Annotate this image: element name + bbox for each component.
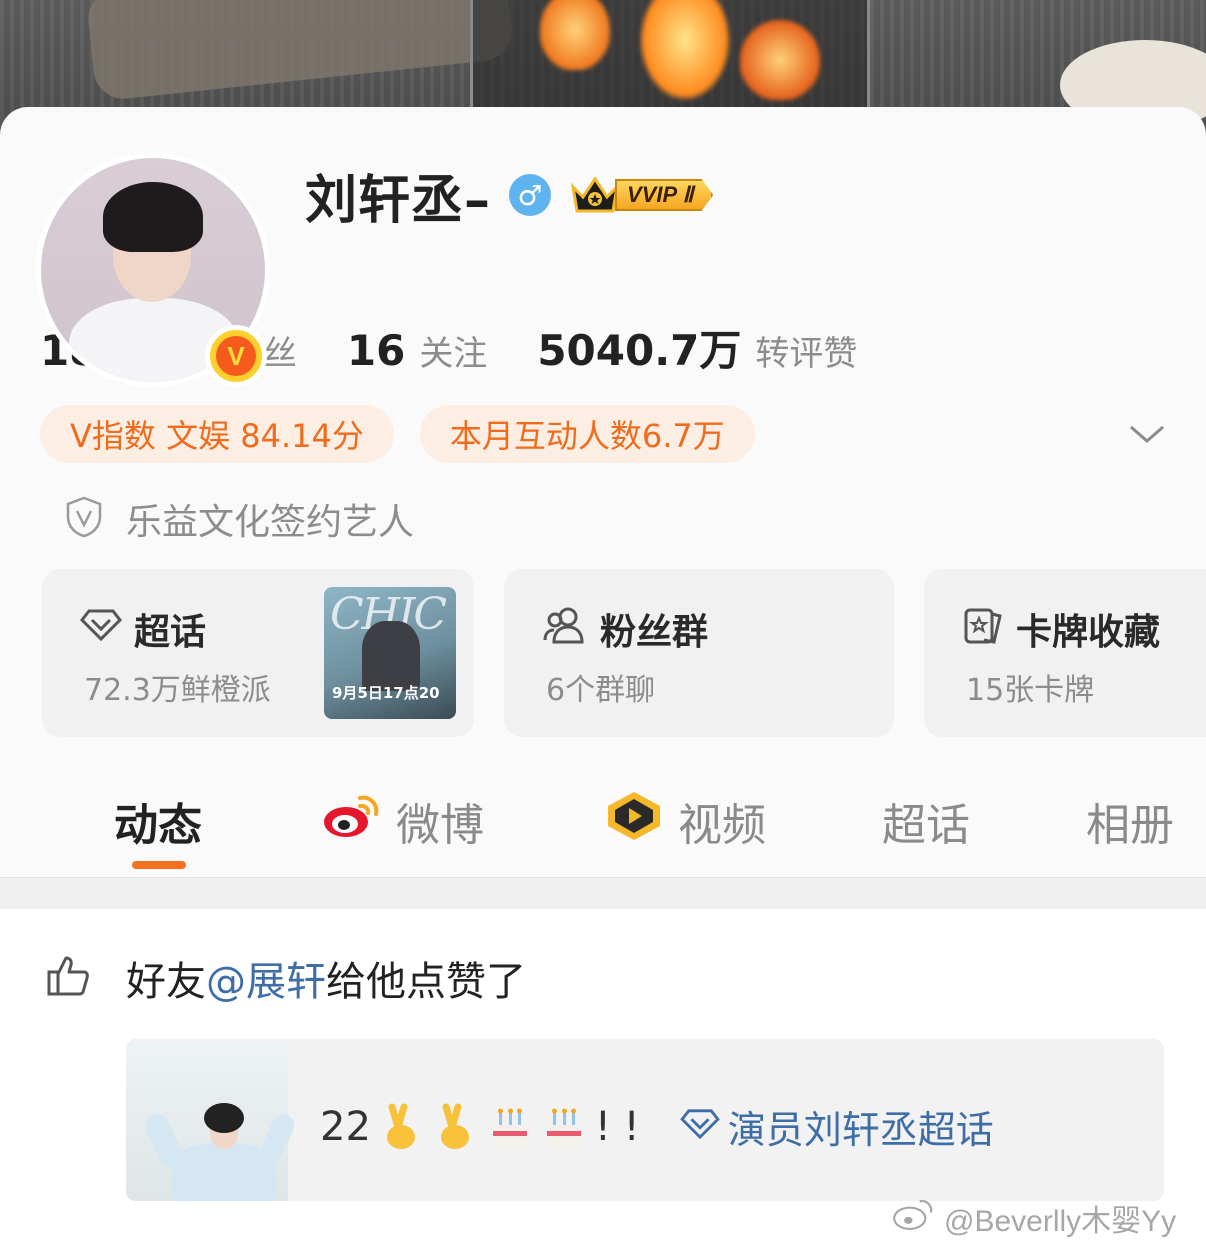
post-text: 22 xyxy=(320,1103,371,1150)
tab-label: 视频 xyxy=(678,800,766,851)
tile-subtitle: 6个群聊 xyxy=(546,673,656,708)
like-prefix: 好友 xyxy=(126,959,206,1005)
watermark: @Beverlly木婴Yy xyxy=(892,1196,1176,1240)
video-play-icon xyxy=(604,790,664,853)
section-divider xyxy=(0,877,1206,909)
fangroup-tile[interactable]: 粉丝群 6个群聊 xyxy=(504,569,894,737)
friend-like-notice: 好友@展轩给他点赞了 xyxy=(46,949,526,1007)
profile-name: 刘轩丞– xyxy=(305,170,492,231)
monthly-interaction-pill[interactable]: 本月互动人数6.7万 xyxy=(419,405,755,463)
birthday-cake-icon xyxy=(487,1103,533,1151)
tile-subtitle: 15张卡牌 xyxy=(966,673,1095,708)
tab-supertopic[interactable]: 超话 xyxy=(882,789,970,853)
info-pills: V指数 文娱 84.14分 本月互动人数6.7万 xyxy=(40,405,755,463)
victory-hand-icon xyxy=(433,1103,479,1151)
verified-badge-label: V xyxy=(216,336,256,376)
chevron-down-icon[interactable] xyxy=(1128,419,1166,449)
male-gender-icon: ♂ xyxy=(509,174,552,216)
stat-value: 16 xyxy=(346,326,406,375)
post-image[interactable] xyxy=(126,1039,298,1201)
vvip-label: VVIP Ⅱ xyxy=(615,179,714,211)
victory-hand-icon xyxy=(379,1103,425,1151)
tab-label: 相册 xyxy=(1086,800,1174,851)
active-tab-indicator xyxy=(132,861,186,869)
supertopic-name: 演员刘轩丞超话 xyxy=(727,1108,994,1152)
thumbs-up-icon xyxy=(46,954,90,1002)
supertopic-tile[interactable]: 超话 72.3万鲜橙派 CHIC 9月5日17点20 xyxy=(42,569,474,737)
friend-mention-link[interactable]: @展轩 xyxy=(206,959,326,1005)
profile-card: V 刘轩丞– ♂ VVIP Ⅱ 187.8万 粉丝 16 关注 5040.7万 xyxy=(0,107,1206,1247)
tab-weibo[interactable]: 微博 xyxy=(322,789,484,853)
tile-subtitle: 72.3万鲜橙派 xyxy=(84,673,271,708)
tab-video[interactable]: 视频 xyxy=(604,789,766,853)
signing-label: 乐益文化签约艺人 xyxy=(126,502,415,543)
feature-tiles: 超话 72.3万鲜橙派 CHIC 9月5日17点20 粉丝群 6个群聊 卡牌收藏… xyxy=(42,569,1206,737)
weibo-watermark-icon xyxy=(892,1197,936,1239)
tile-title: 粉丝群 xyxy=(600,612,709,653)
signing-info[interactable]: 乐益文化签约艺人 xyxy=(64,493,414,545)
liked-post-card[interactable]: 22 ! ! 演员刘轩丞超话 xyxy=(126,1039,1164,1201)
stat-label: 转评赞 xyxy=(755,334,858,374)
diamond-icon xyxy=(679,1105,720,1149)
stat-label: 关注 xyxy=(419,334,488,374)
verified-badge-icon: V xyxy=(205,325,267,387)
card-icon xyxy=(962,604,1004,655)
tile-title: 超话 xyxy=(134,612,207,653)
tab-label: 微博 xyxy=(396,800,484,851)
crown-icon xyxy=(569,173,621,217)
card-collection-tile[interactable]: 卡牌收藏 15张卡牌 xyxy=(924,569,1206,737)
vvip-badge[interactable]: VVIP Ⅱ xyxy=(569,173,714,217)
tab-album[interactable]: 相册 xyxy=(1086,789,1174,853)
supertopic-thumbnail: CHIC 9月5日17点20 xyxy=(324,587,456,719)
v-index-pill[interactable]: V指数 文娱 84.14分 xyxy=(40,405,394,463)
watermark-text: @Beverlly木婴Yy xyxy=(944,1205,1177,1238)
tab-label: 动态 xyxy=(114,800,202,851)
weibo-logo-icon xyxy=(322,792,382,851)
post-exclaim: ! ! xyxy=(594,1103,640,1150)
stat-value: 5040.7万 xyxy=(537,326,742,375)
like-suffix: 给他点赞了 xyxy=(326,959,526,1005)
stat-reposts-comments-likes[interactable]: 5040.7万 转评赞 xyxy=(537,317,857,378)
stat-following[interactable]: 16 关注 xyxy=(347,326,487,375)
shield-v-icon xyxy=(64,495,104,543)
name-row: 刘轩丞– ♂ VVIP Ⅱ xyxy=(305,165,714,231)
thumbnail-date: 9月5日17点20 xyxy=(332,684,440,702)
tile-title: 卡牌收藏 xyxy=(1016,612,1161,653)
supertopic-link[interactable]: 演员刘轩丞超话 xyxy=(679,1099,994,1154)
birthday-cake-icon xyxy=(541,1103,587,1151)
diamond-icon xyxy=(80,608,122,651)
profile-tabs: 动态 微博 视频 超话 相册 xyxy=(0,775,1206,875)
group-icon xyxy=(542,606,588,653)
tab-label: 超话 xyxy=(882,800,970,851)
tab-activity[interactable]: 动态 xyxy=(114,789,202,853)
